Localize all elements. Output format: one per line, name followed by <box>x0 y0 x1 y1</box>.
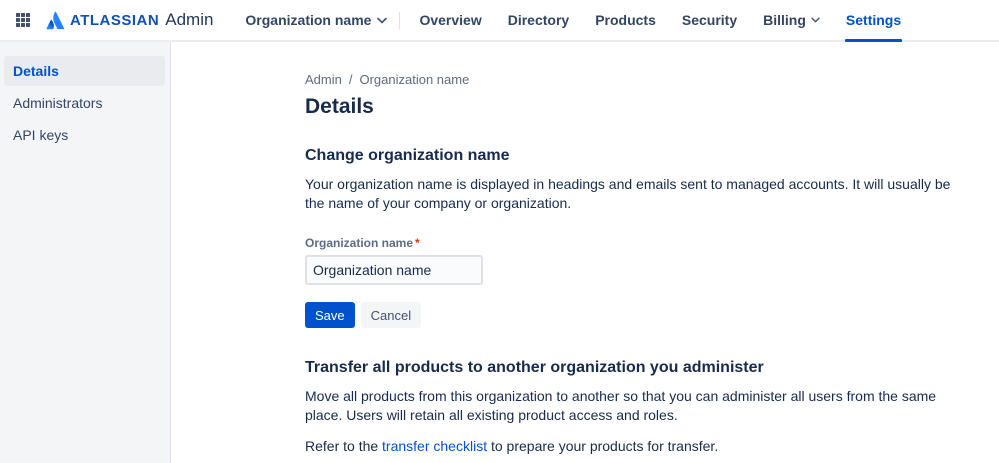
form-actions: Save Cancel <box>305 302 961 328</box>
nav-item-settings[interactable]: Settings <box>833 0 914 42</box>
breadcrumb: Admin / Organization name <box>305 72 961 87</box>
transfer-checklist-line: Refer to the transfer checklist to prepa… <box>305 437 961 456</box>
transfer-products-section: Transfer all products to another organiz… <box>305 359 961 463</box>
breadcrumb-organization-name[interactable]: Organization name <box>359 72 469 87</box>
nav-item-billing-label: Billing <box>763 12 806 28</box>
refer-prefix-text: Refer to the <box>305 438 383 454</box>
transfer-products-heading: Transfer all products to another organiz… <box>305 359 764 376</box>
change-org-name-heading: Change organization name <box>305 147 510 164</box>
top-header: ATLASSIAN Admin Organization name Overvi… <box>0 0 999 42</box>
main-content: Admin / Organization name Details Change… <box>171 42 999 463</box>
brand-product-name: Admin <box>165 10 214 29</box>
transfer-checklist-link[interactable]: transfer checklist <box>382 438 487 454</box>
nav-item-products[interactable]: Products <box>582 0 669 40</box>
sidebar-item-details[interactable]: Details <box>4 56 165 86</box>
nav-item-billing[interactable]: Billing <box>750 0 833 40</box>
change-org-name-section: Change organization name Your organizati… <box>305 147 961 328</box>
required-marker: * <box>415 236 420 250</box>
nav-item-overview[interactable]: Overview <box>406 0 494 40</box>
org-name-dropdown[interactable]: Organization name <box>241 6 391 34</box>
brand-wordmark: ATLASSIAN <box>70 11 160 29</box>
nav-item-directory[interactable]: Directory <box>495 0 582 40</box>
org-name-field-label-text: Organization name <box>305 236 414 250</box>
brand: ATLASSIAN Admin <box>45 10 213 31</box>
sidebar-item-administrators[interactable]: Administrators <box>4 88 165 118</box>
change-org-name-description: Your organization name is displayed in h… <box>305 176 951 211</box>
atlassian-logo-icon <box>45 10 66 31</box>
org-name-field-label: Organization name * <box>305 236 961 250</box>
primary-nav: Overview Directory Products Security Bil… <box>406 0 914 42</box>
settings-sidebar: Details Administrators API keys <box>0 42 171 463</box>
chevron-down-icon <box>811 17 820 23</box>
save-button[interactable]: Save <box>305 302 355 328</box>
header-divider <box>399 11 401 29</box>
org-name-field-group: Organization name * <box>305 236 961 285</box>
page-title: Details <box>305 95 374 118</box>
breadcrumb-separator: / <box>348 72 353 87</box>
refer-suffix-text: to prepare your products for transfer. <box>487 438 719 454</box>
org-name-dropdown-label: Organization name <box>245 12 372 28</box>
breadcrumb-admin[interactable]: Admin <box>305 72 342 87</box>
app-grid-icon <box>16 13 30 27</box>
app-switcher-button[interactable] <box>10 7 36 33</box>
cancel-button[interactable]: Cancel <box>360 302 422 328</box>
transfer-products-description: Move all products from this organization… <box>305 388 937 423</box>
org-name-input[interactable] <box>305 255 483 285</box>
chevron-down-icon <box>377 17 388 24</box>
nav-item-security[interactable]: Security <box>669 0 750 40</box>
sidebar-item-api-keys[interactable]: API keys <box>4 120 165 150</box>
